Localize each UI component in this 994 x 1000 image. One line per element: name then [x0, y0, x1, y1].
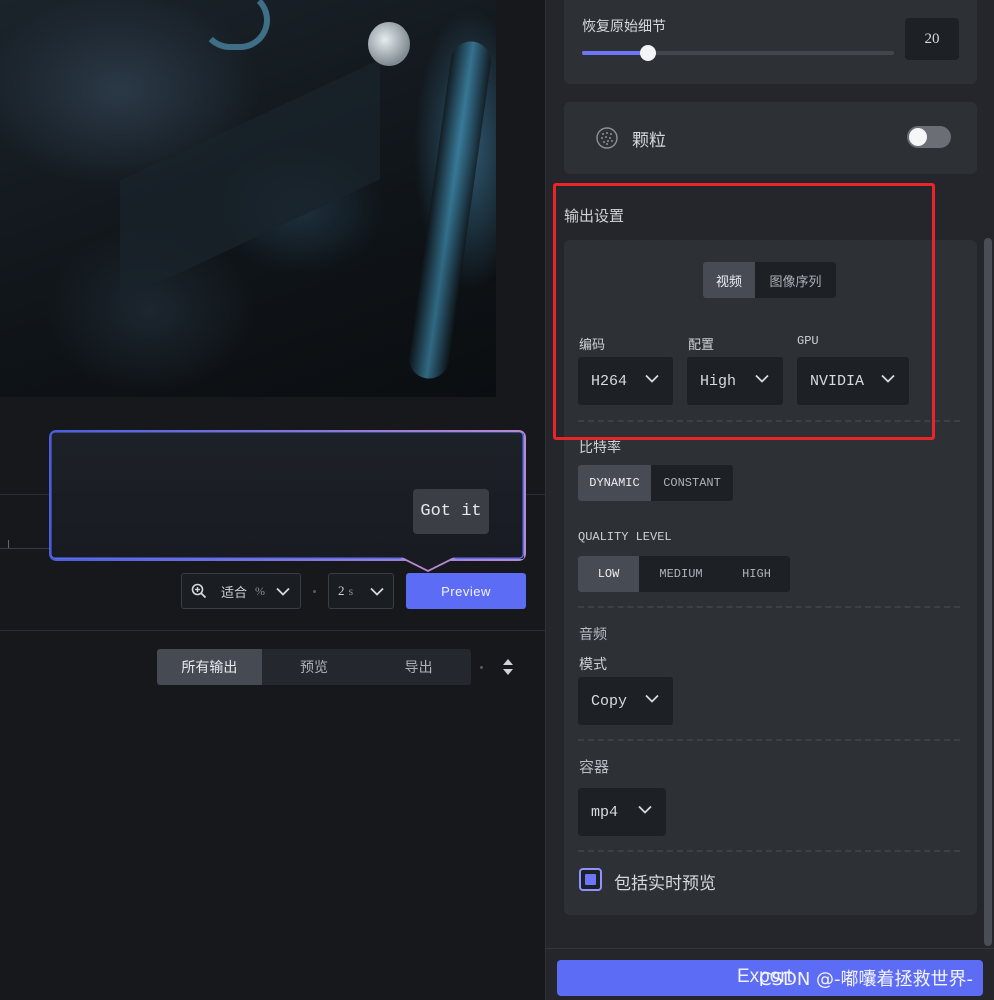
output-filter-tabs: 所有输出 预览 导出 — [157, 649, 471, 685]
chevron-down-icon — [645, 694, 659, 703]
divider — [578, 850, 960, 852]
chevron-down-icon — [881, 374, 895, 383]
export-button[interactable]: Export CSDN @-嘟囔着拯救世界- — [557, 960, 983, 996]
divider — [578, 420, 960, 422]
interval-select[interactable]: 2 s — [328, 573, 394, 609]
quality-medium-option[interactable]: MEDIUM — [639, 556, 723, 592]
separator-dot — [480, 666, 483, 669]
chevron-down-icon — [638, 805, 652, 814]
section-divider — [0, 630, 545, 631]
profile-select[interactable]: High — [687, 357, 783, 405]
quality-low-option[interactable]: LOW — [578, 556, 639, 592]
quality-level-tabs: LOW MEDIUM HIGH — [578, 556, 790, 592]
restore-detail-label: 恢复原始细节 — [582, 20, 666, 35]
tab-exports[interactable]: 导出 — [366, 649, 471, 685]
audio-section-label: 音频 — [579, 628, 607, 643]
codec-select[interactable]: H264 — [578, 357, 673, 405]
audio-mode-label: 模式 — [579, 658, 607, 673]
got-it-button[interactable]: Got it — [413, 489, 489, 534]
tab-video[interactable]: 视频 — [703, 262, 755, 298]
settings-scrollbar[interactable] — [984, 238, 992, 946]
profile-value: High — [700, 372, 737, 390]
gpu-value: NVIDIA — [810, 372, 865, 390]
zoom-select[interactable]: 适合 % — [181, 573, 301, 609]
quality-high-option[interactable]: HIGH — [723, 556, 790, 592]
audio-mode-select[interactable]: Copy — [578, 677, 673, 725]
divider — [578, 739, 960, 741]
grain-toggle[interactable] — [907, 126, 951, 148]
watermark-text: CSDN @-嘟囔着拯救世界- — [758, 969, 973, 990]
divider — [578, 606, 960, 608]
container-select[interactable]: mp4 — [578, 788, 666, 836]
bitrate-mode-tabs: DYNAMIC CONSTANT — [578, 465, 733, 501]
gpu-label: GPU — [797, 334, 819, 348]
chevron-down-icon — [755, 374, 769, 383]
profile-label: 配置 — [688, 337, 715, 352]
chevron-down-icon — [645, 374, 659, 383]
zoom-unit: % — [255, 583, 266, 598]
grain-label: 颗粒 — [632, 131, 666, 150]
chevron-down-icon — [370, 587, 384, 596]
bitrate-dynamic-option[interactable]: DYNAMIC — [578, 465, 651, 501]
tab-previews[interactable]: 预览 — [262, 649, 367, 685]
output-settings-title: 输出设置 — [564, 209, 625, 225]
gpu-select[interactable]: NVIDIA — [797, 357, 909, 405]
zoom-value: 适合 — [221, 584, 248, 600]
interval-unit: s — [348, 583, 354, 598]
footer-divider — [545, 948, 994, 949]
sort-icon[interactable] — [502, 658, 514, 676]
audio-mode-value: Copy — [591, 692, 628, 710]
tab-all-outputs[interactable]: 所有输出 — [157, 649, 262, 685]
grain-icon — [596, 127, 618, 149]
timeline-tick — [8, 540, 9, 548]
video-preview-frame — [0, 0, 496, 397]
restore-detail-input[interactable]: 20 — [905, 18, 959, 60]
codec-label: 编码 — [579, 337, 606, 352]
separator-dot — [313, 590, 316, 593]
restore-detail-slider-fill — [582, 51, 648, 55]
container-value: mp4 — [591, 803, 619, 821]
bitrate-label: 比特率 — [579, 441, 621, 456]
interval-value: 2 — [338, 583, 345, 598]
preview-button[interactable]: Preview — [406, 573, 526, 609]
bitrate-constant-option[interactable]: CONSTANT — [651, 465, 733, 501]
container-label: 容器 — [579, 760, 610, 776]
include-live-preview-checkbox[interactable] — [579, 868, 602, 891]
include-live-preview-label: 包括实时预览 — [614, 874, 716, 893]
codec-value: H264 — [591, 372, 628, 390]
tab-image-sequence[interactable]: 图像序列 — [755, 262, 836, 298]
restore-detail-slider-handle[interactable] — [640, 45, 656, 61]
quality-level-label: QUALITY LEVEL — [578, 530, 672, 544]
tooltip-pointer — [400, 557, 456, 572]
chevron-down-icon — [276, 587, 290, 596]
output-format-tabs: 视频 图像序列 — [703, 262, 836, 298]
zoom-in-icon — [191, 583, 207, 599]
